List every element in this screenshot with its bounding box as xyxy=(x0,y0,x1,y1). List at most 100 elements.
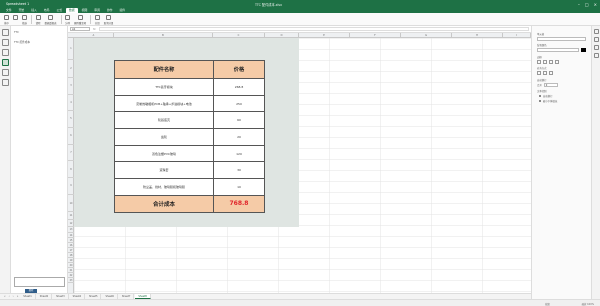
background-fill-select[interactable] xyxy=(537,48,579,52)
shrink-to-fit-checkbox[interactable]: 缩小字体填充 xyxy=(539,99,586,103)
total-value-cell[interactable]: 768.8 xyxy=(213,194,265,213)
border-all-icon[interactable] xyxy=(537,59,541,64)
table-row: TTC蓝牙模块 268.8 xyxy=(114,78,265,96)
pivot-table-button[interactable]: 数据透视表 xyxy=(45,15,57,25)
formula-bar: A1 fx xyxy=(68,26,531,33)
search-icon[interactable] xyxy=(2,29,9,36)
table-row: 防尘盖、线材、玻璃膜和玻璃膜 10 xyxy=(114,178,265,196)
wrap-text-checkbox[interactable]: 自动换行 xyxy=(539,94,586,98)
text-settings-icon[interactable] xyxy=(594,37,599,42)
filter-button[interactable]: 筛选 xyxy=(22,15,27,25)
next-sheet-icon[interactable]: › xyxy=(12,295,15,298)
color-swatch[interactable] xyxy=(581,48,586,52)
comment-icon[interactable] xyxy=(2,39,9,46)
clear-button[interactable]: 清除 xyxy=(35,15,41,25)
right-settings-panel: 单元格 背景颜色 边框 对齐方式 自动换行 合并 0 文本控制 自动换行 缩小字… xyxy=(531,26,591,299)
remove-duplicates-button[interactable]: 删除重复项 xyxy=(74,15,86,25)
document-title: TTC 配件成本.xlsx xyxy=(255,2,282,7)
right-icon-strip xyxy=(591,26,600,299)
merge-label: 合并 xyxy=(537,83,542,87)
plugin-icon[interactable] xyxy=(2,69,9,76)
last-sheet-icon[interactable]: » xyxy=(16,295,20,298)
header-name-cell[interactable]: 配件名称 xyxy=(114,60,214,79)
table-row: 轮毂底壳 60 xyxy=(114,111,265,130)
sort-desc-button[interactable] xyxy=(13,15,18,21)
cell-settings-icon[interactable] xyxy=(594,29,599,34)
item-price-cell[interactable]: 30 xyxy=(213,161,265,180)
item-name-cell[interactable]: 齿轮 xyxy=(114,128,214,146)
text-to-columns-button[interactable]: 分列 xyxy=(65,15,71,25)
ungroup-button[interactable]: 取消分组 xyxy=(104,15,113,25)
checkbox-icon xyxy=(539,99,542,103)
prev-sheet-icon[interactable]: ‹ xyxy=(8,295,11,298)
item-price-cell[interactable]: 10 xyxy=(213,178,265,196)
filter-icon xyxy=(22,15,27,20)
item-name-cell[interactable]: 双色注塑PVC玻璃 xyxy=(114,144,214,163)
info-icon[interactable] xyxy=(2,79,9,86)
formula-input[interactable] xyxy=(98,27,529,31)
table-row: 双色注塑PVC玻璃 120 xyxy=(114,144,265,163)
ribbon-separator xyxy=(90,15,91,24)
background-section-label: 背景颜色 xyxy=(537,44,547,47)
panel-input[interactable] xyxy=(14,277,65,287)
window-controls: – □ × xyxy=(578,2,597,7)
item-name-cell[interactable]: 防尘盖、线材、玻璃膜和玻璃膜 xyxy=(114,178,214,196)
align-buttons xyxy=(537,71,586,75)
panel-search-button[interactable]: 搜索 xyxy=(25,289,37,293)
header-price-cell[interactable]: 价格 xyxy=(213,60,265,79)
ribbon-toolbar: 排序 筛选 清除 数据透视表 分列 删除重复项 分组 取消分组 xyxy=(0,13,600,26)
ribbon-separator xyxy=(60,15,62,24)
item-price-cell[interactable]: 268.8 xyxy=(213,78,265,96)
close-icon[interactable]: × xyxy=(594,2,597,7)
border-none-icon[interactable] xyxy=(555,59,559,64)
chart-settings-icon[interactable] xyxy=(594,45,599,50)
ungroup-icon xyxy=(105,15,111,20)
table-row: 滚珠套 30 xyxy=(114,161,265,180)
border-outer-icon[interactable] xyxy=(543,59,547,64)
status-mode: 就绪 xyxy=(545,302,550,306)
background-controls xyxy=(537,48,586,52)
first-sheet-icon[interactable]: « xyxy=(3,295,7,298)
cell-section-label: 单元格 xyxy=(537,32,545,36)
align-right-icon[interactable] xyxy=(549,71,553,75)
item-price-cell[interactable]: 20 xyxy=(213,128,265,146)
item-price-cell[interactable]: 250 xyxy=(213,94,265,113)
total-row: 合计成本 768.8 xyxy=(114,194,265,213)
spreadsheet-grid[interactable]: A B C D E F G H I 1 2 3 4 5 6 7 8 9 10 1… xyxy=(68,33,531,293)
columns-icon xyxy=(65,15,71,20)
table-row: 定制热敏相机PCB+轴承+步进模块+电池 250 xyxy=(114,94,265,113)
cost-table: 配件名称 价格 TTC蓝牙模块 268.8 定制热敏相机PCB+轴承+步进模块+… xyxy=(114,60,265,213)
item-name-cell[interactable]: 轮毂底壳 xyxy=(114,111,214,130)
align-center-icon[interactable] xyxy=(543,71,547,75)
panel-item[interactable]: TTC xyxy=(11,30,67,35)
item-price-cell[interactable]: 120 xyxy=(213,144,265,163)
sort-button[interactable]: 排序 xyxy=(4,15,9,25)
sort-icon xyxy=(4,15,9,20)
name-box[interactable]: A1 xyxy=(70,27,90,31)
pivot-icon xyxy=(48,15,54,20)
align-section-label: 对齐方式 xyxy=(537,67,547,70)
align-left-icon[interactable] xyxy=(537,71,541,75)
zoom-level[interactable]: 缩放 100% xyxy=(582,302,594,306)
total-label-cell[interactable]: 合计成本 xyxy=(114,194,214,213)
item-name-cell[interactable]: 滚珠套 xyxy=(114,161,214,180)
checkbox-icon xyxy=(539,94,542,98)
navigator-icon[interactable] xyxy=(2,59,9,66)
wrap-value-input[interactable]: 0 xyxy=(543,82,558,87)
panel-item[interactable]: TTC 配件成本 xyxy=(11,39,67,45)
item-price-cell[interactable]: 60 xyxy=(213,111,265,130)
cell-style-select[interactable] xyxy=(537,36,586,41)
group-icon xyxy=(94,15,100,20)
fx-icon[interactable]: fx xyxy=(93,27,96,31)
group-button[interactable]: 分组 xyxy=(94,15,100,25)
app-name: Spreadsheet 1 xyxy=(6,2,30,6)
image-settings-icon[interactable] xyxy=(594,53,599,58)
item-name-cell[interactable]: TTC蓝牙模块 xyxy=(114,78,214,96)
text-control-label: 文本控制 xyxy=(537,90,547,93)
chat-icon[interactable] xyxy=(2,49,9,56)
border-inner-icon[interactable] xyxy=(549,59,553,64)
minimize-icon[interactable]: – xyxy=(578,2,580,7)
item-name-cell[interactable]: 定制热敏相机PCB+轴承+步进模块+电池 xyxy=(114,94,214,113)
border-section-label: 边框 xyxy=(537,55,542,59)
maximize-icon[interactable]: □ xyxy=(585,2,589,7)
